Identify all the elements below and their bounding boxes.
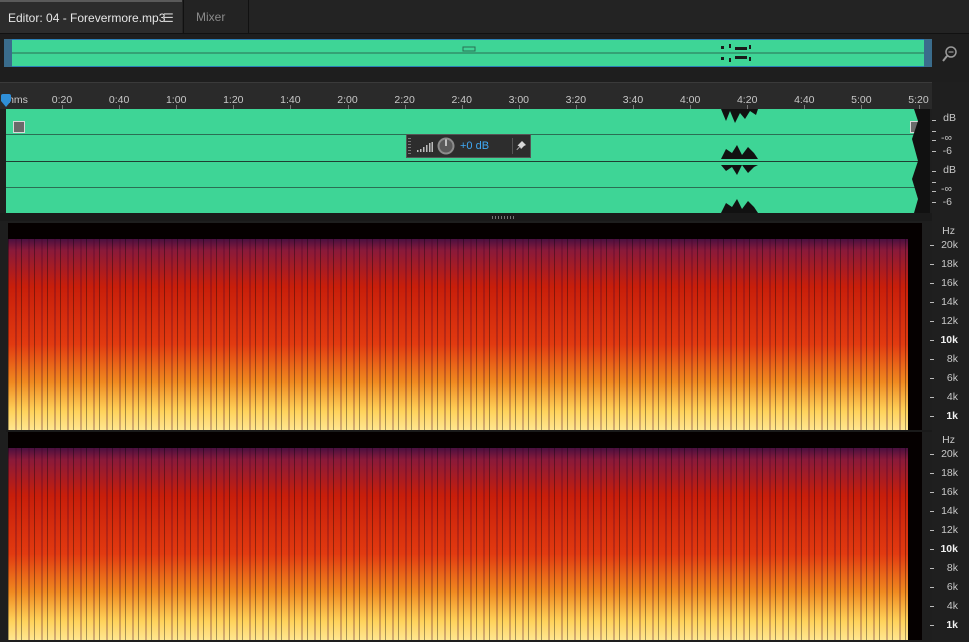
hz-label: 4k [946, 600, 958, 612]
hz-tick-mark [930, 606, 934, 607]
hz-tick-mark [930, 492, 934, 493]
hz-label: 12k [941, 524, 958, 536]
hz-tick-mark [930, 473, 934, 474]
gain-value[interactable]: +0 dB [460, 140, 489, 152]
waveform-display[interactable] [6, 109, 930, 213]
db-label: -∞ [941, 183, 952, 195]
hz-label: 6k [946, 581, 958, 593]
hz-tick-mark [930, 549, 934, 550]
splitter-grip[interactable] [492, 216, 516, 219]
hz-label: 6k [946, 372, 958, 384]
hz-tick-mark [930, 321, 934, 322]
hz-label: 4k [946, 391, 958, 403]
spectrogram-channel-1[interactable] [8, 223, 922, 430]
overview-start-handle[interactable] [4, 39, 12, 67]
db-label: -∞ [941, 132, 952, 144]
tab-editor[interactable]: Editor: 04 - Forevermore.mp3 ☰ [0, 0, 182, 33]
hz-label: 14k [941, 505, 958, 517]
hz-label: 1k [946, 410, 958, 422]
tab-bar: Editor: 04 - Forevermore.mp3 ☰ Mixer [0, 0, 969, 34]
hz-label: 8k [946, 353, 958, 365]
spectrogram-channel-2[interactable] [8, 432, 922, 640]
hz-tick-mark [930, 625, 934, 626]
hz-tick-mark [930, 378, 934, 379]
hz-label: 1k [946, 619, 958, 631]
hz-tick-mark [930, 454, 934, 455]
pin-icon[interactable] [512, 138, 529, 154]
time-ruler[interactable]: hms 0:20 0:40 1:00 1:20 1:40 2:00 2:20 2:40 3:00… [0, 82, 932, 109]
hz-label: 18k [941, 258, 958, 270]
hz-tick-mark [930, 264, 934, 265]
overview-end-handle[interactable] [924, 39, 932, 67]
hz-tick-mark [930, 245, 934, 246]
hz-label: 10k [940, 543, 958, 555]
channel-divider [6, 430, 932, 432]
hz-tick-mark [930, 397, 934, 398]
hz-tick-mark [930, 568, 934, 569]
hz-label: 16k [941, 486, 958, 498]
hz-tick-mark [930, 283, 934, 284]
db-unit-label: dB [943, 164, 956, 176]
overview-navigator[interactable] [4, 39, 932, 67]
overview-waveform [5, 44, 931, 62]
panel-splitter[interactable] [0, 213, 932, 221]
tab-mixer[interactable]: Mixer [183, 0, 249, 33]
playhead-marker[interactable] [0, 94, 12, 108]
hz-label: 14k [941, 296, 958, 308]
hz-label: 20k [941, 239, 958, 251]
hamburger-icon[interactable]: ☰ [163, 11, 174, 25]
hz-label: 16k [941, 277, 958, 289]
hz-tick-mark [930, 511, 934, 512]
zoom-icon[interactable] [940, 44, 960, 64]
hz-tick-mark [930, 587, 934, 588]
hz-label: 18k [941, 467, 958, 479]
tab-mixer-label: Mixer [196, 10, 226, 24]
tab-editor-label: Editor: 04 - Forevermore.mp3 [8, 11, 166, 25]
level-bars-icon [417, 142, 433, 152]
gain-knob-icon[interactable] [437, 137, 455, 155]
hz-label: 12k [941, 315, 958, 327]
waveform-shape [721, 109, 930, 213]
hz-unit-label: Hz [942, 225, 955, 237]
hz-unit-label: Hz [942, 434, 955, 446]
hud-drag-grip[interactable] [408, 138, 411, 154]
hz-label: 20k [941, 448, 958, 460]
hz-label: 8k [946, 562, 958, 574]
db-unit-label: dB [943, 112, 956, 124]
hz-label: 10k [940, 334, 958, 346]
hz-tick-mark [930, 302, 934, 303]
hz-tick-mark [930, 530, 934, 531]
hud-volume-control[interactable]: +0 dB [406, 134, 531, 158]
hz-tick-mark [930, 359, 934, 360]
hz-tick-mark [930, 416, 934, 417]
hz-tick-mark [930, 340, 934, 341]
